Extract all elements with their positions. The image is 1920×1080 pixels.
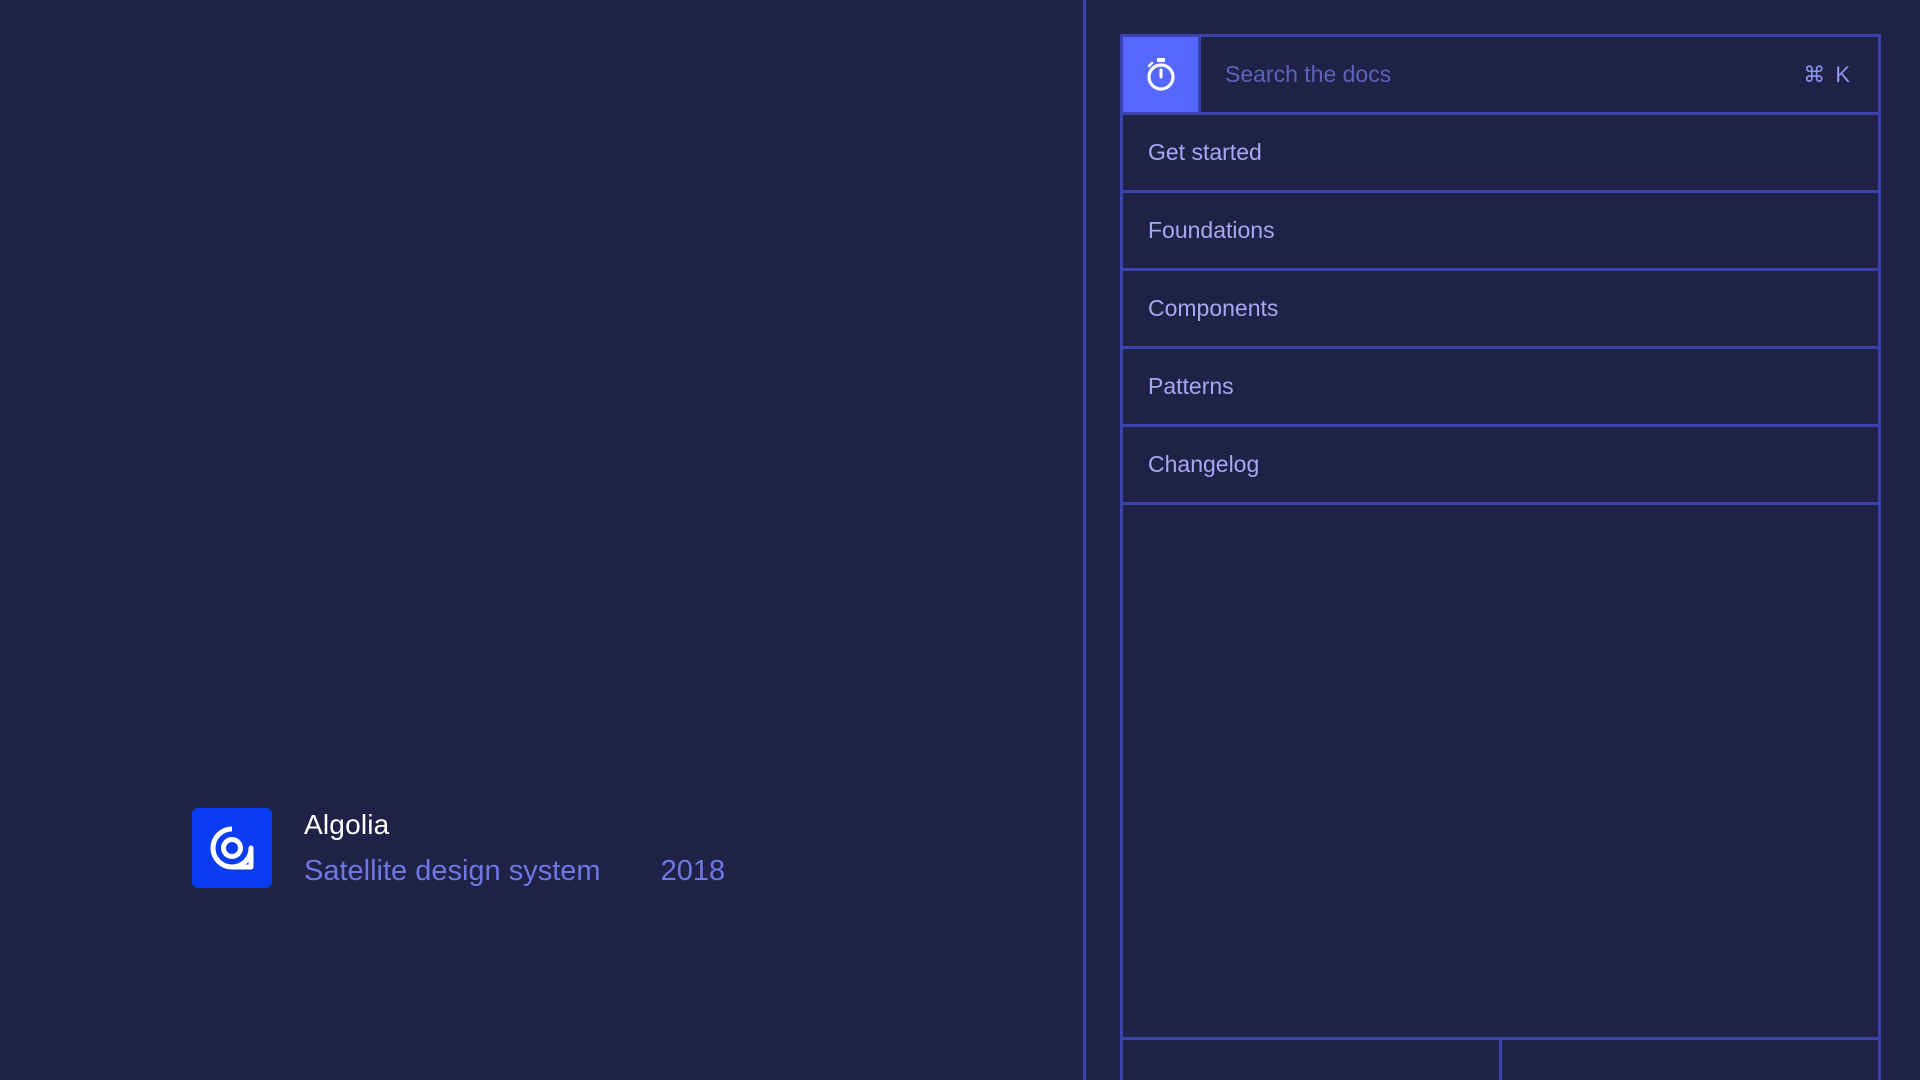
- project-info: Algolia Satellite design system 2018: [192, 808, 725, 888]
- nav-item-label: Patterns: [1148, 373, 1234, 399]
- nav-item-label: Foundations: [1148, 217, 1275, 243]
- nav-item-foundations[interactable]: Foundations: [1123, 193, 1878, 271]
- algolia-logo: [192, 808, 272, 888]
- footer-cell-right: [1502, 1040, 1878, 1080]
- product-name: Satellite design system: [304, 855, 601, 887]
- nav-empty-area: [1123, 505, 1878, 1040]
- panel-footer: [1123, 1040, 1878, 1080]
- search-bar: ⌘ K: [1123, 37, 1878, 115]
- company-name: Algolia: [304, 809, 390, 840]
- nav-item-label: Components: [1148, 295, 1279, 321]
- slide: Algolia Satellite design system 2018 ⌘ K: [0, 0, 1920, 1080]
- nav-item-changelog[interactable]: Changelog: [1123, 427, 1878, 505]
- nav-item-get-started[interactable]: Get started: [1123, 115, 1878, 193]
- stopwatch-icon: [1146, 57, 1175, 91]
- algolia-logo-icon: [210, 826, 254, 870]
- nav-item-label: Get started: [1148, 139, 1262, 165]
- search-logo-button[interactable]: [1123, 37, 1201, 112]
- nav-item-patterns[interactable]: Patterns: [1123, 349, 1878, 427]
- project-text: Algolia Satellite design system 2018: [304, 808, 725, 888]
- search-input[interactable]: [1225, 61, 1725, 88]
- docs-navigation-panel: ⌘ K Get started Foundations Components P…: [1120, 34, 1881, 1080]
- project-meta: Satellite design system 2018: [304, 854, 725, 888]
- project-year: 2018: [660, 855, 726, 887]
- nav-item-label: Changelog: [1148, 451, 1260, 477]
- footer-cell-left: [1123, 1040, 1502, 1080]
- vertical-divider: [1083, 0, 1086, 1080]
- search-field[interactable]: ⌘ K: [1201, 37, 1878, 112]
- keyboard-shortcut: ⌘ K: [1803, 61, 1852, 87]
- nav-item-components[interactable]: Components: [1123, 271, 1878, 349]
